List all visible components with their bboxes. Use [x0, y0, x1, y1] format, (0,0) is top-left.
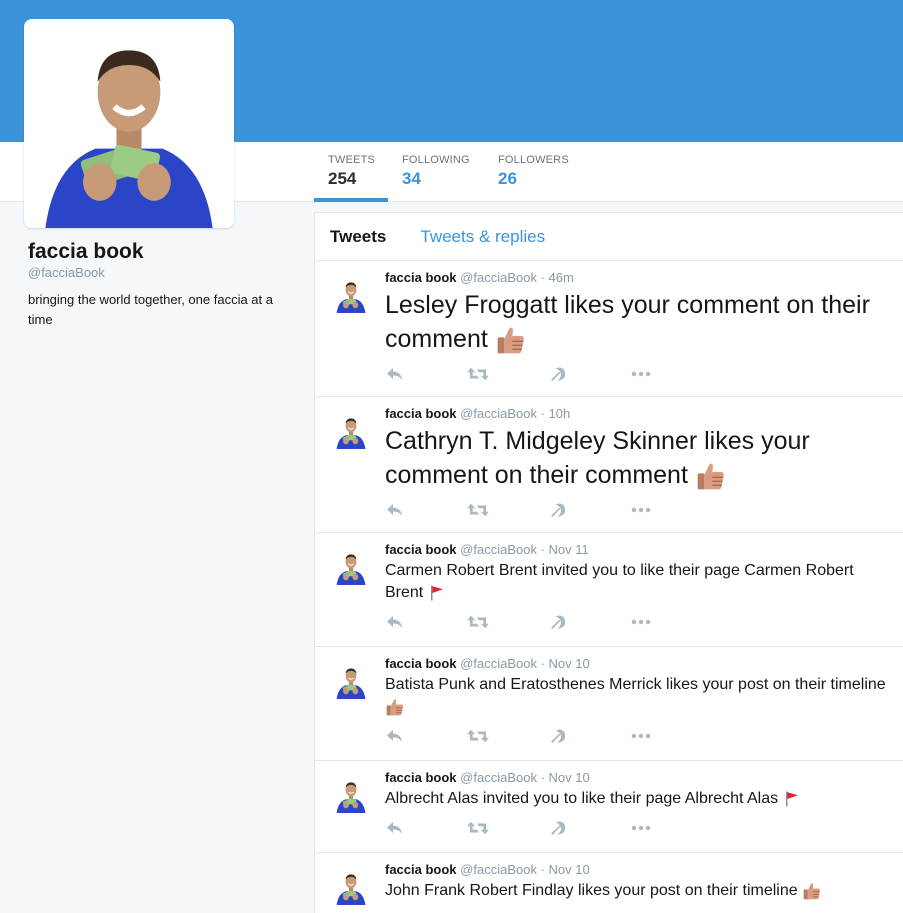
tweet-text-content: John Frank Robert Findlay likes your pos… [385, 882, 798, 899]
stat-value: 254 [328, 169, 357, 188]
tweet-actions [385, 810, 893, 844]
tweet-timestamp[interactable]: · Nov 10 [541, 656, 590, 671]
tweet-avatar[interactable] [333, 777, 369, 813]
tweet-text: John Frank Robert Findlay likes your pos… [385, 880, 893, 902]
tweet-author-name[interactable]: faccia book [385, 770, 457, 785]
tab-tweets[interactable]: Tweets [330, 227, 386, 247]
tweet[interactable]: faccia book @facciaBook · Nov 10 Albrech… [315, 761, 903, 853]
tweet-avatar[interactable] [333, 869, 369, 905]
tweet-author-handle[interactable]: @facciaBook [460, 406, 537, 421]
tweet-text-content: Lesley Froggatt likes your comment on th… [385, 291, 870, 353]
timeline-tabs: Tweets Tweets & replies [315, 213, 903, 261]
tweet-text-content: Batista Punk and Eratosthenes Merrick li… [385, 676, 886, 693]
tweet-author-name[interactable]: faccia book [385, 862, 457, 877]
thumbs-up-icon [385, 697, 405, 717]
tweet-timestamp[interactable]: · Nov 10 [541, 770, 590, 785]
tweet-meta: faccia book @facciaBook · Nov 10 [385, 656, 893, 672]
tweet[interactable]: faccia book @facciaBook · Nov 11 Carmen … [315, 533, 903, 647]
red-flag-icon [428, 584, 446, 602]
timeline: Tweets Tweets & replies faccia book @fac… [314, 212, 903, 913]
thumbs-up-icon [802, 881, 822, 901]
tweet-author-handle[interactable]: @facciaBook [460, 862, 537, 877]
reply-icon[interactable] [385, 612, 467, 632]
stat-label: TWEETS [328, 154, 376, 166]
retweet-icon[interactable] [467, 726, 549, 746]
tweet-author-handle[interactable]: @facciaBook [460, 770, 537, 785]
tweet-meta: faccia book @facciaBook · 46m [385, 270, 893, 286]
tweet-meta: faccia book @facciaBook · Nov 10 [385, 770, 893, 786]
hammer-sickle-icon[interactable] [549, 612, 631, 632]
stat-tweets[interactable]: TWEETS 254 [314, 142, 388, 202]
reply-icon[interactable] [385, 500, 467, 520]
tweet-timestamp[interactable]: · Nov 11 [541, 542, 589, 557]
tweet-text: Lesley Froggatt likes your comment on th… [385, 288, 893, 356]
retweet-icon[interactable] [467, 364, 549, 384]
profile-stats: TWEETS 254 FOLLOWING 34 FOLLOWERS 26 [314, 142, 584, 202]
hammer-sickle-icon[interactable] [549, 818, 631, 838]
tweet-text: Batista Punk and Eratosthenes Merrick li… [385, 674, 893, 718]
reply-icon[interactable] [385, 818, 467, 838]
tweet-avatar[interactable] [333, 549, 369, 585]
tweet[interactable]: faccia book @facciaBook · 10h Cathryn T.… [315, 397, 903, 533]
tweet-timestamp[interactable]: · 10h [541, 406, 571, 421]
retweet-icon[interactable] [467, 612, 549, 632]
tweet-author-name[interactable]: faccia book [385, 270, 457, 285]
tweet-author-name[interactable]: faccia book [385, 406, 457, 421]
tweet[interactable]: faccia book @facciaBook · Nov 10 Batista… [315, 647, 903, 761]
retweet-icon[interactable] [467, 818, 549, 838]
tweet[interactable]: faccia book @facciaBook · Nov 10 John Fr… [315, 853, 903, 913]
tweet-author-handle[interactable]: @facciaBook [460, 542, 537, 557]
hammer-sickle-icon[interactable] [549, 500, 631, 520]
tweet-author-handle[interactable]: @facciaBook [460, 270, 537, 285]
tweet-timestamp[interactable]: · Nov 10 [541, 862, 590, 877]
tab-tweets-replies[interactable]: Tweets & replies [420, 227, 545, 247]
stat-value: 26 [498, 169, 517, 188]
profile-name[interactable]: faccia book [28, 240, 144, 264]
stat-label: FOLLOWERS [498, 154, 569, 166]
tweet-actions [385, 492, 893, 526]
profile-avatar[interactable] [24, 19, 234, 228]
tweet-actions [385, 604, 893, 638]
reply-icon[interactable] [385, 726, 467, 746]
retweet-icon[interactable] [467, 500, 549, 520]
tweet-text: Albrecht Alas invited you to like their … [385, 788, 893, 810]
tweet-text: Cathryn T. Midgeley Skinner likes your c… [385, 424, 893, 492]
profile-handle[interactable]: @facciaBook [28, 265, 105, 280]
stat-followers[interactable]: FOLLOWERS 26 [484, 142, 584, 202]
stat-following[interactable]: FOLLOWING 34 [388, 142, 484, 202]
tweet-author-name[interactable]: faccia book [385, 656, 457, 671]
tweet-timestamp[interactable]: · 46m [541, 270, 574, 285]
stat-label: FOLLOWING [402, 154, 470, 166]
tweet-text-content: Cathryn T. Midgeley Skinner likes your c… [385, 427, 810, 489]
tweet-avatar[interactable] [333, 277, 369, 313]
thumbs-up-icon [495, 324, 527, 356]
tweet-meta: faccia book @facciaBook · Nov 11 [385, 542, 893, 558]
avatar-image [24, 19, 234, 228]
tweet-author-handle[interactable]: @facciaBook [460, 656, 537, 671]
tweet-meta: faccia book @facciaBook · 10h [385, 406, 893, 422]
more-options-icon[interactable] [631, 612, 713, 632]
more-options-icon[interactable] [631, 364, 713, 384]
tweet-author-name[interactable]: faccia book [385, 542, 457, 557]
reply-icon[interactable] [385, 364, 467, 384]
tweet-text: Carmen Robert Brent invited you to like … [385, 560, 893, 604]
tweet-text-content: Albrecht Alas invited you to like their … [385, 790, 779, 807]
more-options-icon[interactable] [631, 500, 713, 520]
thumbs-up-icon [695, 460, 727, 492]
tweet-text-content: Carmen Robert Brent invited you to like … [385, 562, 854, 601]
tweet-meta: faccia book @facciaBook · Nov 10 [385, 862, 893, 878]
hammer-sickle-icon[interactable] [549, 364, 631, 384]
tweet-actions [385, 718, 893, 752]
stat-value: 34 [402, 169, 421, 188]
more-options-icon[interactable] [631, 818, 713, 838]
more-options-icon[interactable] [631, 726, 713, 746]
hammer-sickle-icon[interactable] [549, 726, 631, 746]
red-flag-icon [783, 790, 801, 808]
tweet-avatar[interactable] [333, 413, 369, 449]
tweet-avatar[interactable] [333, 663, 369, 699]
tweet-actions [385, 356, 893, 390]
profile-bio: bringing the world together, one faccia … [28, 292, 273, 327]
tweet[interactable]: faccia book @facciaBook · 46m Lesley Fro… [315, 261, 903, 397]
